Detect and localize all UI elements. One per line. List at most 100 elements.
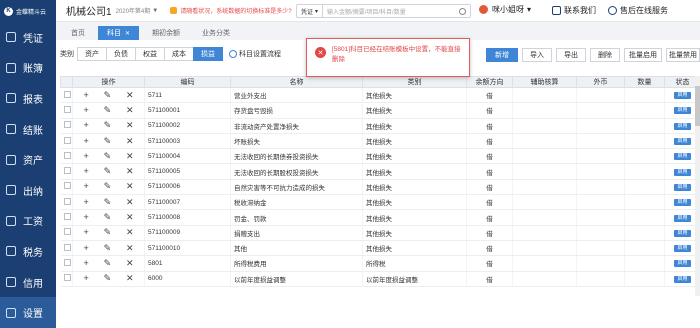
- delete-icon[interactable]: ✕: [126, 136, 134, 147]
- delete-icon[interactable]: ✕: [126, 212, 134, 223]
- table-row[interactable]: +✎✕571100008罚金、罚款其他损失借启用: [61, 210, 700, 225]
- search-input[interactable]: 输入金额/摘要/项目/科目/数量: [323, 7, 459, 16]
- add-icon[interactable]: +: [83, 166, 88, 177]
- delete-icon[interactable]: ✕: [126, 258, 134, 269]
- row-checkbox[interactable]: [64, 198, 71, 205]
- add-icon[interactable]: +: [83, 197, 88, 208]
- table-row[interactable]: +✎✕5711营业外支出其他损失借启用: [61, 88, 700, 103]
- row-checkbox[interactable]: [64, 152, 71, 159]
- edit-icon[interactable]: ✎: [104, 258, 112, 269]
- delete-icon[interactable]: ✕: [126, 120, 134, 131]
- table-row[interactable]: +✎✕571100004无法收回的长期债券投资损失其他损失借启用: [61, 149, 700, 164]
- add-icon[interactable]: +: [83, 151, 88, 162]
- sidebar-item-tax[interactable]: 税务: [0, 236, 56, 267]
- status-badge[interactable]: 启用: [674, 123, 690, 130]
- add-button[interactable]: 新增: [486, 48, 518, 62]
- edit-icon[interactable]: ✎: [104, 90, 112, 101]
- delete-icon[interactable]: ✕: [126, 273, 134, 284]
- export-button[interactable]: 导出: [556, 48, 586, 62]
- status-badge[interactable]: 启用: [674, 276, 690, 283]
- category-cost[interactable]: 成本: [164, 47, 194, 61]
- sidebar-item-settings[interactable]: 设置: [0, 297, 56, 328]
- row-checkbox[interactable]: [64, 121, 71, 128]
- row-checkbox[interactable]: [64, 274, 71, 281]
- vertical-scrollbar[interactable]: [695, 76, 700, 296]
- app-logo[interactable]: K 金蝶精斗云: [0, 0, 56, 22]
- category-profit-loss[interactable]: 损益: [193, 47, 223, 61]
- table-row[interactable]: +✎✕571100003坏账损失其他损失借启用: [61, 133, 700, 148]
- delete-icon[interactable]: ✕: [126, 181, 134, 192]
- edit-icon[interactable]: ✎: [104, 151, 112, 162]
- edit-icon[interactable]: ✎: [104, 105, 112, 116]
- company-name[interactable]: 机械公司1: [66, 3, 112, 18]
- status-badge[interactable]: 启用: [674, 184, 690, 191]
- table-row[interactable]: +✎✕571100007税收滞纳金其他损失借启用: [61, 195, 700, 210]
- sidebar-item-cashier[interactable]: 出纳: [0, 175, 56, 206]
- status-badge[interactable]: 启用: [674, 153, 690, 160]
- sidebar-item-ledger[interactable]: 账簿: [0, 53, 56, 84]
- delete-icon[interactable]: ✕: [126, 197, 134, 208]
- edit-icon[interactable]: ✎: [104, 197, 112, 208]
- table-row[interactable]: +✎✕571100005无法收回的长期股权投资损失其他损失借启用: [61, 164, 700, 179]
- add-icon[interactable]: +: [83, 243, 88, 254]
- chevron-down-icon[interactable]: ▼: [152, 8, 158, 14]
- add-icon[interactable]: +: [83, 105, 88, 116]
- contact-button[interactable]: 联系我们: [552, 5, 596, 16]
- period-selector[interactable]: 2020年第4期: [116, 6, 151, 15]
- row-checkbox[interactable]: [64, 182, 71, 189]
- category-equity[interactable]: 权益: [135, 47, 165, 61]
- tab-home[interactable]: 首页: [62, 26, 94, 40]
- edit-icon[interactable]: ✎: [104, 212, 112, 223]
- column-header[interactable]: 类别: [363, 77, 467, 88]
- notice-link[interactable]: 请随看状况，系统数据的切换标准是多少?: [170, 6, 291, 15]
- close-icon[interactable]: ✕: [125, 30, 130, 37]
- edit-icon[interactable]: ✎: [104, 227, 112, 238]
- add-icon[interactable]: +: [83, 227, 88, 238]
- search-icon[interactable]: [459, 8, 466, 15]
- row-checkbox[interactable]: [64, 91, 71, 98]
- row-checkbox[interactable]: [64, 106, 71, 113]
- batch-disable-button[interactable]: 批量禁用: [666, 48, 700, 62]
- add-icon[interactable]: +: [83, 212, 88, 223]
- delete-icon[interactable]: ✕: [126, 227, 134, 238]
- row-checkbox[interactable]: [64, 137, 71, 144]
- delete-icon[interactable]: ✕: [126, 105, 134, 116]
- delete-button[interactable]: 删除: [590, 48, 620, 62]
- table-row[interactable]: +✎✕6000以前年度损益调整以前年度损益调整借启用: [61, 271, 700, 286]
- batch-enable-button[interactable]: 批量启用: [624, 48, 662, 62]
- add-icon[interactable]: +: [83, 273, 88, 284]
- column-header[interactable]: 编码: [145, 77, 231, 88]
- row-checkbox[interactable]: [64, 244, 71, 251]
- row-checkbox[interactable]: [64, 259, 71, 266]
- add-icon[interactable]: +: [83, 120, 88, 131]
- add-icon[interactable]: +: [83, 90, 88, 101]
- table-row[interactable]: +✎✕5801所得税费用所得税借启用: [61, 256, 700, 271]
- add-icon[interactable]: +: [83, 181, 88, 192]
- status-badge[interactable]: 启用: [674, 169, 690, 176]
- status-badge[interactable]: 启用: [674, 138, 690, 145]
- column-header[interactable]: 余额方向: [467, 77, 513, 88]
- edit-icon[interactable]: ✎: [104, 136, 112, 147]
- sidebar-item-credit[interactable]: 信用: [0, 267, 56, 298]
- add-icon[interactable]: +: [83, 258, 88, 269]
- status-badge[interactable]: 启用: [674, 107, 690, 114]
- search-category-select[interactable]: 凭证▾: [297, 5, 323, 17]
- sidebar-item-salary[interactable]: 工资: [0, 206, 56, 237]
- sidebar-item-closing[interactable]: 结账: [0, 114, 56, 145]
- service-button[interactable]: 售后在线服务: [608, 5, 668, 16]
- column-header[interactable]: 名称: [231, 77, 363, 88]
- delete-icon[interactable]: ✕: [126, 166, 134, 177]
- account-setup-flow-link[interactable]: 科目设置流程: [229, 49, 281, 59]
- row-checkbox[interactable]: [64, 228, 71, 235]
- edit-icon[interactable]: ✎: [104, 243, 112, 254]
- add-icon[interactable]: +: [83, 136, 88, 147]
- sidebar-item-reports[interactable]: 报表: [0, 83, 56, 114]
- sidebar-item-assets[interactable]: 资产: [0, 144, 56, 175]
- delete-icon[interactable]: ✕: [126, 90, 134, 101]
- tab-business-category[interactable]: 业务分类: [193, 26, 239, 40]
- edit-icon[interactable]: ✎: [104, 120, 112, 131]
- table-row[interactable]: +✎✕571100001存货盘亏毁损其他损失借启用: [61, 103, 700, 118]
- table-row[interactable]: +✎✕571100009捐赠支出其他损失借启用: [61, 225, 700, 240]
- status-badge[interactable]: 启用: [674, 245, 690, 252]
- table-row[interactable]: +✎✕571100002非流动资产处置净损失其他损失借启用: [61, 118, 700, 133]
